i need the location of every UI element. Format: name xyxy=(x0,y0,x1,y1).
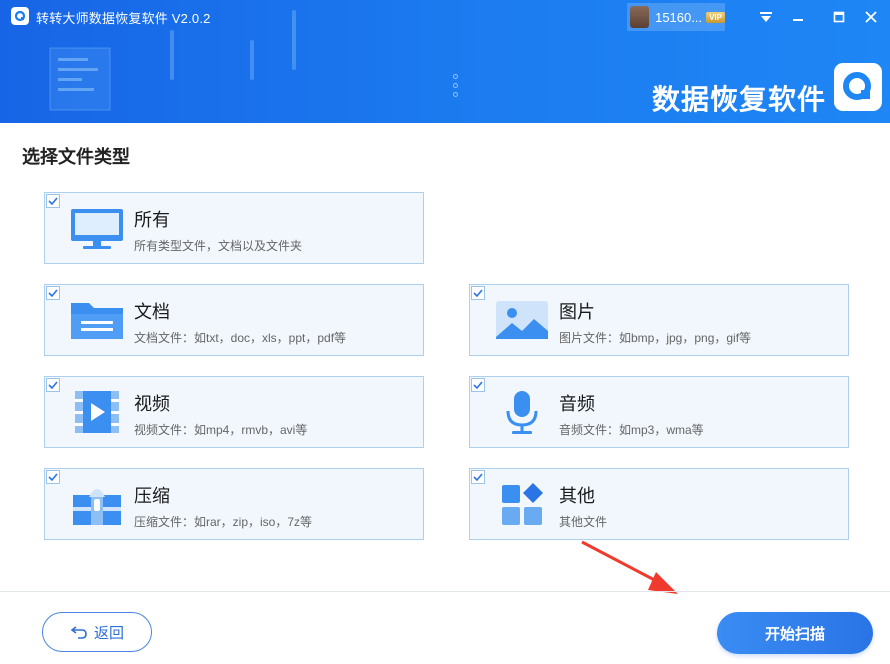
footer-divider xyxy=(0,591,890,592)
monitor-icon xyxy=(71,209,123,249)
back-button[interactable]: 返回 xyxy=(42,612,152,652)
checkbox[interactable] xyxy=(46,286,60,300)
folder-icon xyxy=(71,303,123,339)
category-title: 图片 xyxy=(559,302,595,322)
image-icon xyxy=(496,301,548,339)
category-desc: 压缩文件：如rar，zip，iso，7z等 xyxy=(134,515,313,529)
title-bar: 转转大师数据恢复软件 V2.0.2 15160... VIP 数据恢复软件 xyxy=(0,0,890,123)
category-card-archive[interactable]: 压缩 压缩文件：如rar，zip，iso，7z等 xyxy=(44,468,424,540)
category-title: 压缩 xyxy=(134,486,170,506)
brand-title: 数据恢复软件 xyxy=(652,84,827,115)
category-card-audio[interactable]: 音频 音频文件：如mp3，wma等 xyxy=(469,376,849,448)
return-icon xyxy=(70,626,87,639)
category-desc: 视频文件：如mp4，rmvb，avi等 xyxy=(134,423,308,437)
maximize-button[interactable] xyxy=(826,6,852,28)
avatar xyxy=(630,6,650,28)
category-title: 所有 xyxy=(134,210,170,230)
decor-line xyxy=(292,10,296,70)
category-card-all[interactable]: 所有 所有类型文件，文档以及文件夹 xyxy=(44,192,424,264)
vip-badge: VIP xyxy=(706,11,725,23)
brand-logo-icon xyxy=(834,63,882,111)
checkbox[interactable] xyxy=(471,378,485,392)
category-desc: 图片文件：如bmp，jpg，png，gif等 xyxy=(559,331,752,345)
start-scan-button[interactable]: 开始扫描 xyxy=(717,612,873,654)
category-card-other[interactable]: 其他 其他文件 xyxy=(469,468,849,540)
user-name: 15160... xyxy=(655,9,703,25)
close-button[interactable] xyxy=(858,6,884,28)
category-card-video[interactable]: 视频 视频文件：如mp4，rmvb，avi等 xyxy=(44,376,424,448)
video-icon xyxy=(75,391,119,433)
decor-line xyxy=(170,30,174,80)
category-desc: 文档文件：如txt，doc，xls，ppt，pdf等 xyxy=(134,331,347,345)
category-title: 文档 xyxy=(134,302,170,322)
annotation-arrow-icon xyxy=(581,540,678,594)
archive-icon xyxy=(73,489,121,525)
decor-dots xyxy=(453,74,458,101)
category-card-image[interactable]: 图片 图片文件：如bmp，jpg，png，gif等 xyxy=(469,284,849,356)
category-title: 音频 xyxy=(559,394,595,414)
close-icon xyxy=(865,11,877,23)
microphone-icon xyxy=(506,391,538,434)
category-desc: 其他文件 xyxy=(559,515,608,529)
category-desc: 所有类型文件，文档以及文件夹 xyxy=(134,239,303,253)
category-title: 视频 xyxy=(134,394,170,414)
checkbox[interactable] xyxy=(471,470,485,484)
checkbox[interactable] xyxy=(46,470,60,484)
checkbox[interactable] xyxy=(46,378,60,392)
category-desc: 音频文件：如mp3，wma等 xyxy=(559,423,704,437)
maximize-icon xyxy=(833,11,845,23)
minimize-icon xyxy=(793,19,803,21)
minimize-button[interactable] xyxy=(785,6,811,28)
decor-line xyxy=(250,40,254,80)
user-account[interactable]: 15160... VIP xyxy=(627,3,725,31)
checkbox[interactable] xyxy=(471,286,485,300)
menu-button[interactable] xyxy=(753,6,779,28)
category-card-document[interactable]: 文档 文档文件：如txt，doc，xls，ppt，pdf等 xyxy=(44,284,424,356)
back-label: 返回 xyxy=(93,624,124,642)
decor-panel-icon xyxy=(49,47,111,111)
menu-icon xyxy=(760,12,772,22)
checkbox[interactable] xyxy=(46,194,60,208)
apps-icon xyxy=(502,483,543,525)
window-title: 转转大师数据恢复软件 V2.0.2 xyxy=(36,11,211,26)
category-title: 其他 xyxy=(559,486,595,506)
app-logo-icon xyxy=(11,7,29,25)
section-title: 选择文件类型 xyxy=(22,147,130,167)
